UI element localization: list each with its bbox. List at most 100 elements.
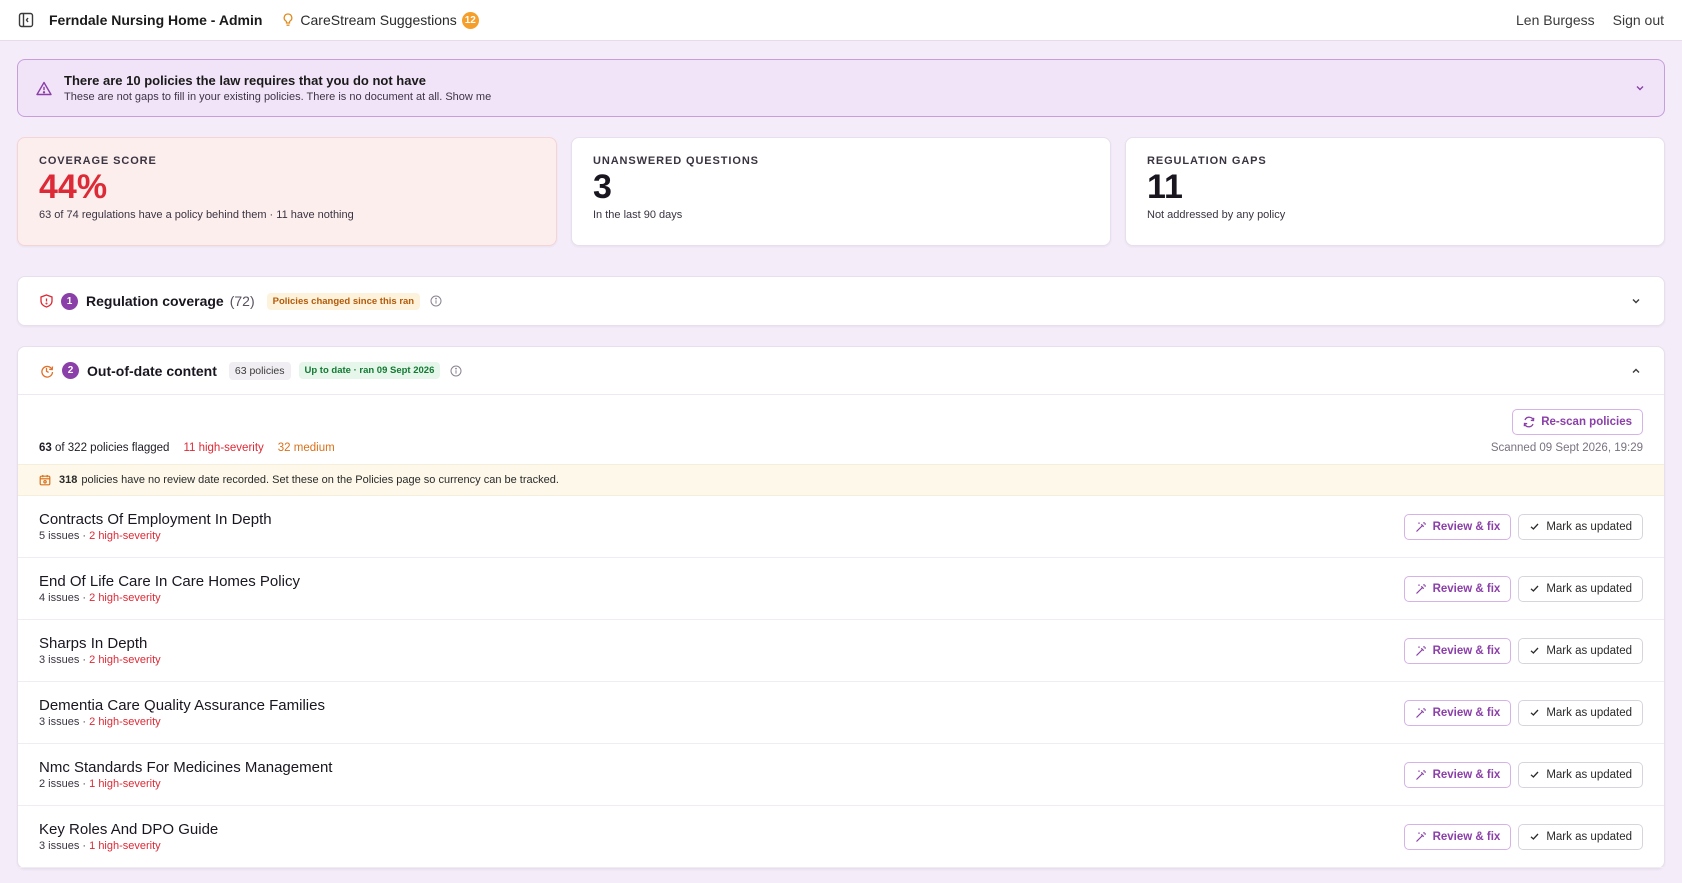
- sign-out-link[interactable]: Sign out: [1613, 12, 1664, 28]
- scanned-timestamp: Scanned 09 Sept 2026, 19:29: [1490, 442, 1643, 454]
- notice-text: policies have no review date recorded. S…: [81, 474, 559, 486]
- sidebar-toggle-icon[interactable]: [18, 11, 36, 29]
- unanswered-questions-card: UNANSWERED QUESTIONS 3 In the last 90 da…: [571, 137, 1111, 246]
- warning-icon: [36, 81, 52, 96]
- policies-changed-badge: Policies changed since this ran: [266, 292, 421, 310]
- stat-label: COVERAGE SCORE: [39, 155, 157, 167]
- mark-as-updated-label: Mark as updated: [1546, 520, 1632, 533]
- policy-issues: 3 issues · 2 high-severity: [39, 716, 161, 728]
- stat-value: 11: [1147, 168, 1183, 206]
- alert-subtitle: These are not gaps to fill in your exist…: [64, 91, 492, 103]
- policy-name[interactable]: Dementia Care Quality Assurance Families: [39, 697, 325, 714]
- chevron-up-icon[interactable]: [1630, 365, 1642, 377]
- check-icon: [1530, 833, 1539, 840]
- mark-as-updated-button[interactable]: Mark as updated: [1518, 575, 1643, 602]
- check-icon: [1530, 709, 1539, 716]
- review-fix-button[interactable]: Review & fix: [1403, 575, 1512, 602]
- stat-label: REGULATION GAPS: [1147, 155, 1267, 167]
- check-icon: [1530, 523, 1539, 530]
- chevron-down-icon[interactable]: [1630, 295, 1642, 307]
- mark-as-updated-label: Mark as updated: [1546, 582, 1632, 595]
- suggestions-count-badge: 12: [461, 11, 479, 29]
- high-severity-count: 11 high-severity: [183, 442, 264, 454]
- flagged-count: 63 of 322 policies flagged: [39, 442, 170, 454]
- top-bar: Ferndale Nursing Home - Admin CareStream…: [0, 0, 1682, 41]
- alert-title: There are 10 policies the law requires t…: [64, 73, 426, 88]
- review-fix-label: Review & fix: [1432, 706, 1501, 719]
- mark-as-updated-label: Mark as updated: [1546, 644, 1632, 657]
- policy-issues: 5 issues · 2 high-severity: [39, 530, 161, 542]
- shield-icon: [40, 294, 53, 308]
- section-title: Regulation coverage: [86, 293, 224, 309]
- review-fix-button[interactable]: Review & fix: [1403, 823, 1512, 850]
- review-fix-label: Review & fix: [1432, 768, 1501, 781]
- mark-as-updated-label: Mark as updated: [1546, 706, 1632, 719]
- policy-issues: 4 issues · 2 high-severity: [39, 592, 161, 604]
- info-icon[interactable]: [450, 365, 462, 377]
- review-fix-label: Review & fix: [1432, 830, 1501, 843]
- refresh-icon: [1523, 416, 1535, 428]
- check-icon: [1530, 585, 1539, 592]
- check-icon: [1530, 771, 1539, 778]
- policy-name[interactable]: End Of Life Care In Care Homes Policy: [39, 573, 300, 590]
- policy-name[interactable]: Sharps In Depth: [39, 635, 161, 652]
- user-name: Len Burgess: [1516, 12, 1595, 28]
- review-fix-button[interactable]: Review & fix: [1403, 761, 1512, 788]
- magic-wand-icon: [1415, 521, 1426, 532]
- review-fix-button[interactable]: Review & fix: [1403, 513, 1512, 540]
- policy-row: Nmc Standards For Medicines Management 2…: [18, 744, 1664, 806]
- policy-name[interactable]: Nmc Standards For Medicines Management: [39, 759, 332, 776]
- regulation-gaps-card: REGULATION GAPS 11 Not addressed by any …: [1125, 137, 1665, 246]
- mark-as-updated-label: Mark as updated: [1546, 768, 1632, 781]
- stat-value: 44%: [39, 168, 108, 206]
- out-of-date-header[interactable]: 2 Out-of-date content 63 policies Up to …: [18, 347, 1664, 395]
- policy-row: End Of Life Care In Care Homes Policy 4 …: [18, 558, 1664, 620]
- rescan-policies-button[interactable]: Re-scan policies: [1512, 409, 1643, 435]
- policy-name[interactable]: Key Roles And DPO Guide: [39, 821, 218, 838]
- mark-as-updated-button[interactable]: Mark as updated: [1518, 699, 1643, 726]
- policy-issues: 2 issues · 1 high-severity: [39, 778, 161, 790]
- magic-wand-icon: [1415, 831, 1426, 842]
- review-fix-label: Review & fix: [1432, 520, 1501, 533]
- policy-row: Dementia Care Quality Assurance Families…: [18, 682, 1664, 744]
- coverage-score-card: COVERAGE SCORE 44% 63 of 74 regulations …: [17, 137, 557, 246]
- lightbulb-icon: [283, 13, 293, 26]
- chevron-down-icon[interactable]: [1634, 82, 1646, 94]
- policies-count-badge: 63 policies: [228, 361, 291, 380]
- stats-row: COVERAGE SCORE 44% 63 of 74 regulations …: [17, 137, 1665, 246]
- mark-as-updated-button[interactable]: Mark as updated: [1518, 761, 1643, 788]
- magic-wand-icon: [1415, 583, 1426, 594]
- mark-as-updated-button[interactable]: Mark as updated: [1518, 823, 1643, 850]
- policy-name[interactable]: Contracts Of Employment In Depth: [39, 511, 272, 528]
- policy-row: Contracts Of Employment In Depth 5 issue…: [18, 496, 1664, 558]
- mark-as-updated-label: Mark as updated: [1546, 830, 1632, 843]
- stat-description: In the last 90 days: [593, 209, 683, 222]
- regulation-coverage-section: 1 Regulation coverage (72) Policies chan…: [17, 276, 1665, 326]
- notice-count: 318: [59, 474, 78, 486]
- section-count: (72): [229, 293, 255, 309]
- suggestions-link[interactable]: CareStream Suggestions 12: [282, 11, 479, 29]
- out-of-date-section: 2 Out-of-date content 63 policies Up to …: [17, 346, 1665, 869]
- suggestions-label: CareStream Suggestions: [300, 12, 457, 28]
- clock-refresh-icon: [40, 364, 54, 378]
- policy-row: Key Roles And DPO Guide 3 issues · 1 hig…: [18, 806, 1664, 868]
- medium-severity-count: 32 medium: [277, 442, 335, 454]
- section-number-badge: 1: [61, 292, 78, 310]
- missing-policies-alert[interactable]: There are 10 policies the law requires t…: [17, 59, 1665, 117]
- info-icon[interactable]: [430, 295, 442, 307]
- stat-label: UNANSWERED QUESTIONS: [593, 155, 759, 167]
- review-fix-button[interactable]: Review & fix: [1403, 637, 1512, 664]
- regulation-coverage-header[interactable]: 1 Regulation coverage (72) Policies chan…: [18, 277, 1664, 325]
- policy-issues: 3 issues · 2 high-severity: [39, 654, 161, 666]
- section-title: Out-of-date content: [87, 362, 217, 379]
- magic-wand-icon: [1415, 769, 1426, 780]
- magic-wand-icon: [1415, 645, 1426, 656]
- stat-description: 63 of 74 regulations have a policy behin…: [39, 209, 354, 222]
- mark-as-updated-button[interactable]: Mark as updated: [1518, 513, 1643, 540]
- main-content: There are 10 policies the law requires t…: [0, 41, 1682, 869]
- calendar-icon: [39, 475, 51, 486]
- mark-as-updated-button[interactable]: Mark as updated: [1518, 637, 1643, 664]
- policy-issues: 3 issues · 1 high-severity: [39, 840, 161, 852]
- section-number-badge: 2: [62, 362, 79, 379]
- review-fix-button[interactable]: Review & fix: [1403, 699, 1512, 726]
